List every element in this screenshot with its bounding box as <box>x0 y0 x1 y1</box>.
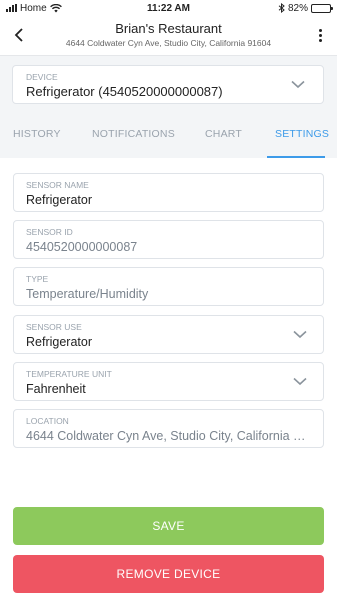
remove-device-button[interactable]: REMOVE DEVICE <box>13 555 324 593</box>
more-dot <box>318 33 322 37</box>
carrier-label: Home <box>20 2 47 14</box>
temperature-unit-value: Fahrenheit <box>26 382 86 396</box>
chevron-down-icon <box>291 80 305 89</box>
signal-icon <box>6 4 17 12</box>
device-label: DEVICE <box>26 72 58 82</box>
page-subtitle: 4644 Coldwater Cyn Ave, Studio City, Cal… <box>65 38 272 48</box>
status-bar: Home 11:22 AM 82% <box>0 0 337 16</box>
sensor-id-value: 4540520000000087 <box>26 240 138 254</box>
back-arrow-icon <box>14 28 23 42</box>
type-value: Temperature/Humidity <box>26 287 149 301</box>
field-label: SENSOR USE <box>26 322 82 332</box>
app-header: Brian's Restaurant 4644 Coldwater Cyn Av… <box>0 16 337 56</box>
status-time: 11:22 AM <box>147 2 190 14</box>
page-title: Brian's Restaurant <box>115 21 222 36</box>
type-field: TYPE Temperature/Humidity <box>13 267 324 306</box>
more-dot <box>318 38 322 42</box>
temperature-unit-select[interactable]: TEMPERATURE UNIT Fahrenheit <box>13 362 324 401</box>
battery-icon <box>311 3 333 13</box>
sensor-name-value: Refrigerator <box>26 193 92 207</box>
sensor-id-field: SENSOR ID 4540520000000087 <box>13 220 324 259</box>
tab-notifications[interactable]: NOTIFICATIONS <box>92 128 175 140</box>
sensor-name-field[interactable]: SENSOR NAME Refrigerator <box>13 173 324 212</box>
field-label: LOCATION <box>26 416 69 426</box>
wifi-icon <box>49 3 62 12</box>
more-options-button[interactable] <box>311 24 329 46</box>
tab-settings[interactable]: SETTINGS <box>275 128 329 140</box>
chevron-down-icon <box>293 330 307 339</box>
status-right: 82% <box>221 2 333 14</box>
device-select[interactable]: DEVICE Refrigerator (4540520000000087) <box>12 65 324 104</box>
save-button[interactable]: SAVE <box>13 507 324 545</box>
sensor-use-select[interactable]: SENSOR USE Refrigerator <box>13 315 324 354</box>
bluetooth-icon <box>278 3 285 13</box>
tab-history[interactable]: HISTORY <box>13 128 61 140</box>
field-label: SENSOR NAME <box>26 180 89 190</box>
field-label: TEMPERATURE UNIT <box>26 369 112 379</box>
tab-bar: HISTORY NOTIFICATIONS CHART SETTINGS <box>0 116 337 158</box>
sensor-use-value: Refrigerator <box>26 335 92 349</box>
status-left: Home <box>6 3 116 14</box>
back-button[interactable] <box>8 24 30 46</box>
chevron-down-icon <box>293 377 307 386</box>
location-value: 4644 Coldwater Cyn Ave, Studio City, Cal… <box>26 429 311 443</box>
tab-chart[interactable]: CHART <box>205 128 242 140</box>
device-value: Refrigerator (4540520000000087) <box>26 84 223 99</box>
battery-percent: 82% <box>287 2 308 14</box>
field-label: TYPE <box>26 274 49 284</box>
field-label: SENSOR ID <box>26 227 73 237</box>
location-field: LOCATION 4644 Coldwater Cyn Ave, Studio … <box>13 409 324 448</box>
more-vertical-icon <box>318 28 322 32</box>
